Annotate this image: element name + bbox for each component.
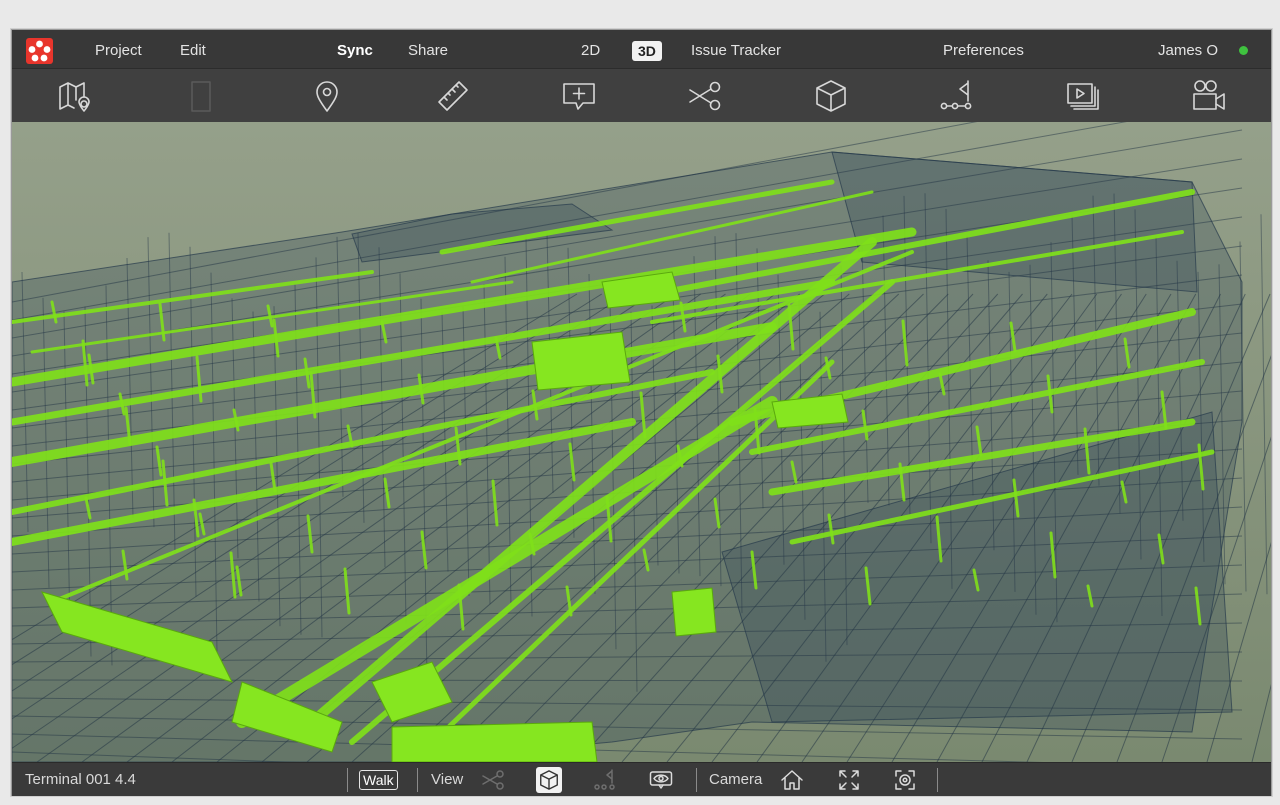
divider: [696, 768, 697, 792]
door-icon: [182, 77, 220, 115]
divider: [417, 768, 418, 792]
menu-bar: Project Edit Sync Share 2D 3D Issue Trac…: [12, 30, 1271, 68]
cube-icon[interactable]: [536, 767, 562, 793]
camera-user-icon[interactable]: [1190, 77, 1228, 115]
eye-icon[interactable]: [648, 767, 674, 793]
focus-target-icon[interactable]: [892, 767, 918, 793]
app-window: Project Edit Sync Share 2D 3D Issue Trac…: [11, 29, 1272, 796]
fit-to-screen-icon[interactable]: [836, 767, 862, 793]
camera-label: Camera: [709, 771, 763, 788]
menu-share[interactable]: Share: [408, 30, 448, 68]
user-name[interactable]: James O: [1158, 30, 1218, 68]
ruler-icon[interactable]: [434, 77, 472, 115]
menu-preferences[interactable]: Preferences: [943, 30, 1024, 68]
online-status-indicator: [1239, 46, 1248, 55]
status-bar: Terminal 001 4.4 Walk View Camera: [12, 762, 1271, 796]
home-icon[interactable]: [779, 767, 805, 793]
node-path-icon[interactable]: [938, 77, 976, 115]
3d-viewport[interactable]: [12, 122, 1271, 762]
add-comment-icon[interactable]: [560, 77, 598, 115]
scissors-icon[interactable]: [686, 77, 724, 115]
slideshow-icon[interactable]: [1064, 77, 1102, 115]
location-pin-icon[interactable]: [308, 77, 346, 115]
divider: [937, 768, 938, 792]
menu-project[interactable]: Project: [95, 30, 142, 68]
tool-bar: [12, 68, 1271, 123]
walk-mode-button[interactable]: Walk: [359, 770, 398, 790]
app-logo-icon[interactable]: [26, 38, 53, 64]
node-path-icon: [592, 767, 618, 793]
scissors-icon: [480, 767, 506, 793]
view-2d-toggle[interactable]: 2D: [581, 30, 600, 68]
cube-icon[interactable]: [812, 77, 850, 115]
map-pin-icon[interactable]: [56, 77, 94, 115]
view-3d-toggle[interactable]: 3D: [632, 41, 662, 61]
menu-issue-tracker[interactable]: Issue Tracker: [691, 30, 781, 68]
view-label: View: [431, 771, 464, 788]
menu-sync[interactable]: Sync: [337, 30, 373, 68]
model-name: Terminal 001 4.4: [25, 771, 136, 788]
divider: [347, 768, 348, 792]
menu-edit[interactable]: Edit: [180, 30, 206, 68]
bim-model-render: [12, 122, 1271, 762]
